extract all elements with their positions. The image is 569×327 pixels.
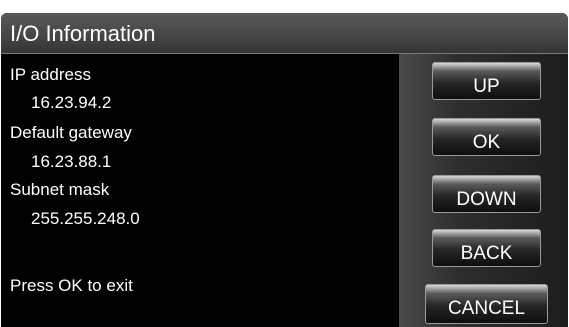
default-gateway-label: Default gateway bbox=[10, 123, 132, 142]
default-gateway-value: 16.23.88.1 bbox=[31, 152, 112, 171]
subnet-mask-value: 255.255.248.0 bbox=[31, 209, 140, 228]
back-button[interactable]: BACK bbox=[432, 229, 541, 267]
down-button[interactable]: DOWN bbox=[432, 175, 541, 213]
printer-display: I/O Information IP address 16.23.94.2 De… bbox=[1, 13, 568, 327]
ip-address-label: IP address bbox=[10, 65, 91, 84]
exit-hint: Press OK to exit bbox=[10, 276, 133, 295]
title-bar: I/O Information bbox=[1, 13, 568, 54]
ip-address-value: 16.23.94.2 bbox=[31, 93, 112, 112]
subnet-mask-label: Subnet mask bbox=[10, 180, 110, 199]
page-title: I/O Information bbox=[10, 21, 156, 46]
cancel-button[interactable]: CANCEL bbox=[425, 284, 548, 324]
ok-button[interactable]: OK bbox=[432, 118, 541, 156]
up-button[interactable]: UP bbox=[432, 62, 541, 100]
